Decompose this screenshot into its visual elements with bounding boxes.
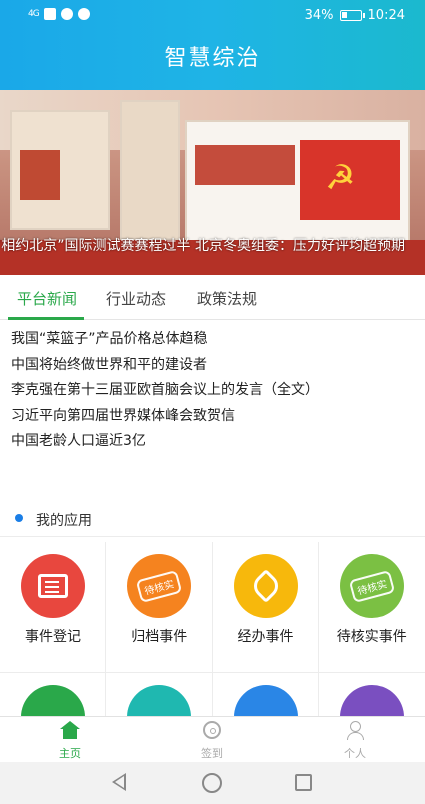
app-archived-events[interactable]: 待核实 归档事件 <box>106 542 213 673</box>
app-header: 4G 34% 10:24 智慧综治 <box>0 0 425 90</box>
nav-signin-label: 签到 <box>201 747 223 760</box>
news-tabs: 平台新闻 行业动态 政策法规 <box>0 275 425 320</box>
status-bar: 4G 34% 10:24 <box>0 0 425 32</box>
news-item[interactable]: 习近平向第四届世界媒体峰会致贺信 <box>11 405 416 431</box>
app-label: 待核实事件 <box>336 629 407 645</box>
nav-profile[interactable]: 个人 <box>315 721 395 761</box>
my-apps-title: 我的应用 <box>36 513 92 529</box>
hammer-sickle-icon: ☭ <box>325 158 356 198</box>
exhibit-panel <box>120 100 180 240</box>
news-item[interactable]: 中国将始终做世界和平的建设者 <box>11 354 416 380</box>
tab-platform-news[interactable]: 平台新闻 <box>17 288 77 309</box>
nav-profile-label: 个人 <box>344 747 366 760</box>
verify-stamp-icon: 待核实 <box>339 554 404 618</box>
app-label: 事件登记 <box>25 629 81 645</box>
signal-label: 4G <box>28 9 40 19</box>
status-icons-left: 4G <box>28 8 90 20</box>
exhibit-photo <box>20 150 60 200</box>
exhibit-photo <box>195 145 295 185</box>
pen-icon <box>233 554 298 618</box>
home-circle-icon[interactable] <box>202 773 222 793</box>
my-apps-header: 我的应用 <box>0 505 425 537</box>
archive-stamp-icon: 待核实 <box>127 554 192 618</box>
bottom-navigation: 主页 签到 个人 <box>0 716 425 762</box>
app-tile-6[interactable] <box>106 673 213 717</box>
nav-home-label: 主页 <box>59 747 81 760</box>
news-item[interactable]: 李克强在第十三届亚欧首脑会议上的发言（全文） <box>11 379 416 405</box>
active-tab-indicator <box>8 317 84 320</box>
app-pending-verify[interactable]: 待核实 待核实事件 <box>318 542 425 673</box>
app-tile-7[interactable] <box>213 673 319 717</box>
tab-industry-news[interactable]: 行业动态 <box>106 288 166 309</box>
app-event-register[interactable]: 事件登记 <box>0 542 107 673</box>
home-icon <box>60 721 80 739</box>
target-icon <box>203 721 221 739</box>
news-list: 我国“菜篮子”产品价格总体趋稳 中国将始终做世界和平的建设者 李克强在第十三届亚… <box>11 328 416 456</box>
news-item[interactable]: 中国老龄人口逼近3亿 <box>11 430 416 456</box>
battery-percent: 34% <box>304 8 334 23</box>
notification-icon <box>43 8 56 20</box>
app-label: 经办事件 <box>237 629 294 645</box>
person-icon <box>346 721 364 740</box>
chat-icon <box>77 8 90 20</box>
tab-policy[interactable]: 政策法规 <box>197 288 257 309</box>
back-icon-inner <box>115 776 124 788</box>
message-icon <box>60 8 73 20</box>
recent-apps-icon[interactable] <box>295 774 312 791</box>
system-navigation-bar <box>0 762 425 804</box>
app-label: 归档事件 <box>131 629 188 645</box>
form-edit-icon <box>21 554 85 618</box>
app-icon-8 <box>339 685 404 717</box>
clock: 10:24 <box>367 8 405 23</box>
nav-home[interactable]: 主页 <box>30 721 110 761</box>
app-handled-events[interactable]: 经办事件 <box>212 542 319 673</box>
calendar-icon <box>233 685 298 717</box>
app-grid: 事件登记 待核实 归档事件 经办事件 待核实 待核实事件 <box>0 542 425 717</box>
nav-signin[interactable]: 签到 <box>172 721 252 761</box>
page-title: 智慧综治 <box>164 46 261 71</box>
app-icon-6 <box>127 685 192 717</box>
news-item[interactable]: 我国“菜篮子”产品价格总体趋稳 <box>11 328 416 354</box>
bullet-dot-icon <box>15 514 23 522</box>
banner-caption-text: “相约北京”国际测试赛赛程过半 北京冬奥组委：压力好评均超预期 <box>0 238 405 254</box>
battery-icon <box>339 10 365 21</box>
app-tile-8[interactable] <box>319 673 425 717</box>
news-banner[interactable]: ☭ “相约北京”国际测试赛赛程过半 北京冬奥组委：压力好评均超预期 <box>0 90 425 275</box>
status-icons-right: 34% 10:24 <box>305 8 405 23</box>
banner-caption[interactable]: “相约北京”国际测试赛赛程过半 北京冬奥组委：压力好评均超预期 <box>0 233 425 255</box>
app-icon-5 <box>21 685 85 717</box>
app-tile-5[interactable] <box>0 673 107 717</box>
